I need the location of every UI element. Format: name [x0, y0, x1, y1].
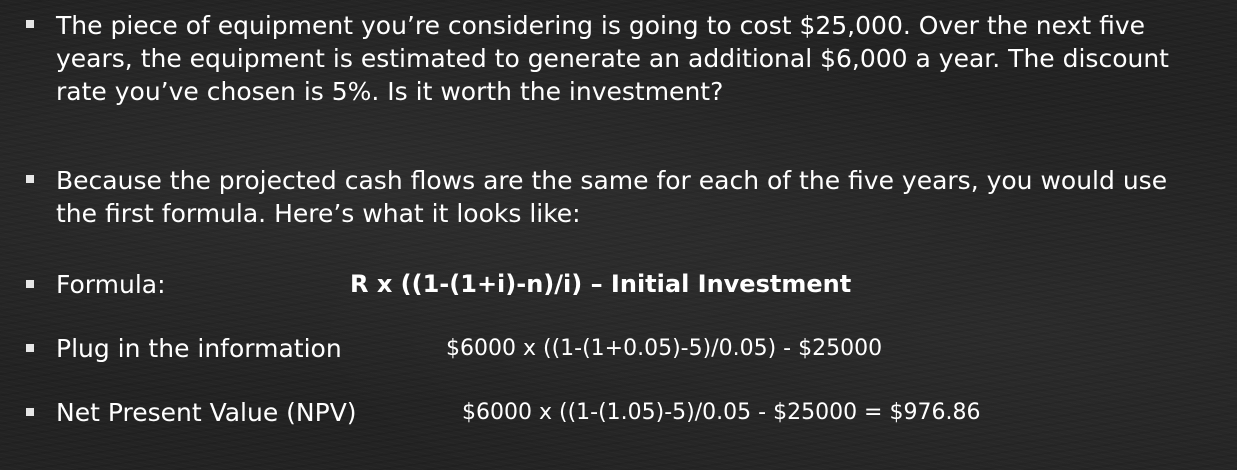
bullet-marker	[26, 20, 34, 28]
plug-in-value: $6000 x ((1-(1+0.05)-5)/0.05) - $25000	[446, 336, 883, 361]
bullet-marker	[26, 408, 34, 416]
paragraph-formula-choice: Because the projected cash flows are the…	[56, 166, 1168, 228]
formula-label: Formula:	[56, 270, 166, 299]
npv-value: $6000 x ((1-(1.05)-5)/0.05 - $25000 = $9…	[462, 400, 981, 425]
paragraph-equipment-scenario: The piece of equipment you’re considerin…	[56, 11, 1169, 106]
plug-in-label: Plug in the information	[56, 334, 342, 363]
slide-content: The piece of equipment you’re considerin…	[0, 0, 1237, 470]
bullet-marker	[26, 175, 34, 183]
npv-label: Net Present Value (NPV)	[56, 398, 357, 427]
formula-value: R x ((1-(1+i)-n)/i) – Initial Investment	[350, 270, 852, 298]
bullet-marker	[26, 280, 34, 288]
bullet-marker	[26, 344, 34, 352]
